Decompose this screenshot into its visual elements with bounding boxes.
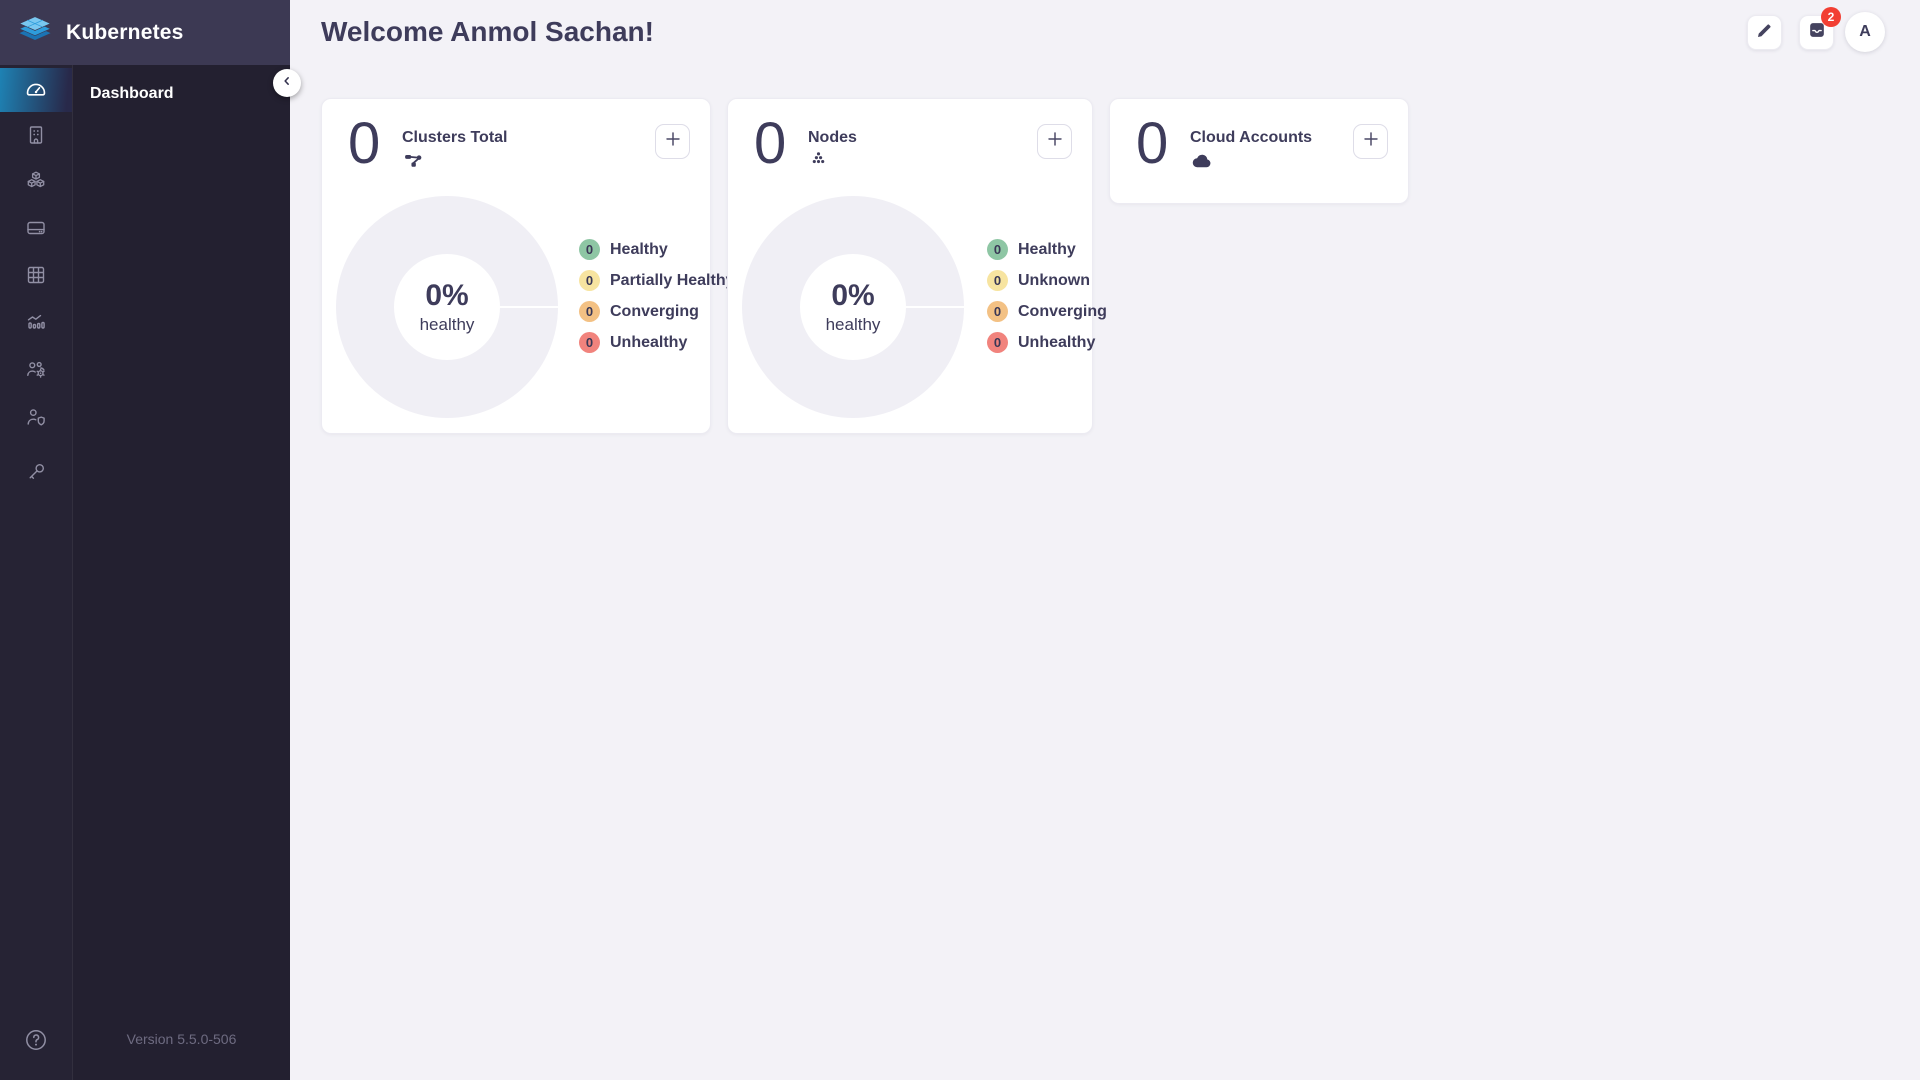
- pencil-icon: [1755, 21, 1774, 45]
- chevron-left-icon: [280, 74, 294, 93]
- page-title: Welcome Anmol Sachan!: [321, 16, 654, 48]
- help-icon: [24, 1028, 48, 1052]
- legend-item: 0 Unhealthy: [579, 332, 735, 353]
- sidebar-item-user-shield[interactable]: [0, 405, 72, 429]
- legend-count-badge: 0: [987, 239, 1008, 260]
- sidebar-item-grid[interactable]: [0, 263, 72, 287]
- donut-divider: [906, 306, 964, 308]
- legend-label: Unknown: [1018, 272, 1090, 290]
- user-shield-icon: [24, 405, 48, 429]
- help-button[interactable]: [0, 1028, 72, 1052]
- version-label: Version 5.5.0-506: [73, 1031, 290, 1047]
- legend-item: 0 Converging: [987, 301, 1107, 322]
- server-icon: [24, 216, 48, 240]
- sidebar-item-server[interactable]: [0, 216, 72, 240]
- sidebar-item-dashboard[interactable]: [0, 68, 72, 112]
- legend-label: Converging: [1018, 303, 1107, 321]
- add-node-button[interactable]: [1037, 124, 1072, 159]
- edit-button[interactable]: [1747, 15, 1782, 50]
- user-avatar[interactable]: A: [1845, 12, 1885, 52]
- legend-item: 0 Healthy: [987, 239, 1107, 260]
- legend-label: Unhealthy: [1018, 334, 1095, 352]
- donut-percent-label: 0%: [420, 279, 475, 313]
- cloud-accounts-card: 0 Cloud Accounts: [1109, 98, 1409, 204]
- dashboard-gauge-icon: [23, 75, 49, 106]
- add-cluster-button[interactable]: [655, 124, 690, 159]
- clusters-total-card: 0 Clusters Total 0% healthy: [321, 98, 711, 434]
- plus-icon: [1044, 128, 1066, 155]
- kubernetes-dashboard-app: Dashboard Version 5.5.0-506 Kubernetes W…: [0, 0, 1920, 1080]
- nodes-dots-icon: [808, 149, 829, 175]
- notifications-button[interactable]: 2: [1799, 15, 1834, 50]
- legend-label: Unhealthy: [610, 334, 687, 352]
- legend-label: Healthy: [610, 241, 668, 259]
- legend-label: Partially Healthy: [610, 272, 735, 290]
- nodes-card-title: Nodes: [808, 129, 857, 147]
- legend-count-badge: 0: [987, 332, 1008, 353]
- legend-item: 0 Converging: [579, 301, 735, 322]
- cluster-link-icon: [402, 149, 424, 176]
- sidebar-item-users[interactable]: [0, 358, 72, 382]
- sidebar-item-building[interactable]: [0, 123, 72, 147]
- legend-count-badge: 0: [579, 270, 600, 291]
- users-gear-icon: [24, 358, 48, 382]
- plus-icon: [662, 128, 684, 155]
- building-icon: [24, 123, 48, 147]
- sidebar-rail: [0, 0, 72, 1080]
- legend-count-badge: 0: [579, 239, 600, 260]
- nodes-count: 0: [754, 115, 786, 173]
- cloud-accounts-count: 0: [1136, 115, 1168, 173]
- clusters-legend: 0 Healthy 0 Partially Healthy 0 Convergi…: [579, 239, 735, 363]
- cubes-icon: [24, 169, 48, 193]
- plus-icon: [1360, 128, 1382, 155]
- legend-item: 0 Unhealthy: [987, 332, 1107, 353]
- brand-title: Kubernetes: [66, 21, 184, 45]
- sidebar-item-chart[interactable]: [0, 310, 72, 334]
- nodes-card: 0 Nodes 0% healthy 0: [727, 98, 1093, 434]
- sidebar-flyout: Dashboard Version 5.5.0-506: [72, 0, 290, 1080]
- legend-item: 0 Healthy: [579, 239, 735, 260]
- legend-count-badge: 0: [987, 301, 1008, 322]
- avatar-initial: A: [1859, 23, 1871, 41]
- donut-sub-label: healthy: [826, 315, 881, 335]
- sidebar-item-dashboard-label[interactable]: Dashboard: [90, 85, 174, 103]
- sidebar-collapse-button[interactable]: [273, 69, 301, 97]
- donut-divider: [500, 306, 558, 308]
- legend-item: 0 Partially Healthy: [579, 270, 735, 291]
- legend-count-badge: 0: [987, 270, 1008, 291]
- donut-sub-label: healthy: [420, 315, 475, 335]
- kubernetes-logo-icon: [16, 14, 54, 52]
- cloud-icon: [1190, 149, 1214, 178]
- cloud-accounts-card-title: Cloud Accounts: [1190, 129, 1312, 147]
- nodes-health-donut: 0% healthy: [742, 196, 964, 418]
- clusters-health-donut: 0% healthy: [336, 196, 558, 418]
- add-cloud-account-button[interactable]: [1353, 124, 1388, 159]
- donut-percent-label: 0%: [826, 279, 881, 313]
- key-icon: [24, 460, 48, 484]
- clusters-card-title: Clusters Total: [402, 129, 508, 147]
- clusters-count: 0: [348, 115, 380, 173]
- legend-item: 0 Unknown: [987, 270, 1107, 291]
- grid-icon: [24, 263, 48, 287]
- legend-count-badge: 0: [579, 332, 600, 353]
- sidebar-header: Kubernetes: [0, 0, 290, 65]
- sidebar-item-key[interactable]: [0, 460, 72, 484]
- nodes-legend: 0 Healthy 0 Unknown 0 Converging 0 Unhea…: [987, 239, 1107, 363]
- legend-label: Converging: [610, 303, 699, 321]
- notification-count-badge: 2: [1821, 7, 1841, 27]
- legend-label: Healthy: [1018, 241, 1076, 259]
- legend-count-badge: 0: [579, 301, 600, 322]
- chart-icon: [24, 310, 48, 334]
- sidebar-item-cubes[interactable]: [0, 169, 72, 193]
